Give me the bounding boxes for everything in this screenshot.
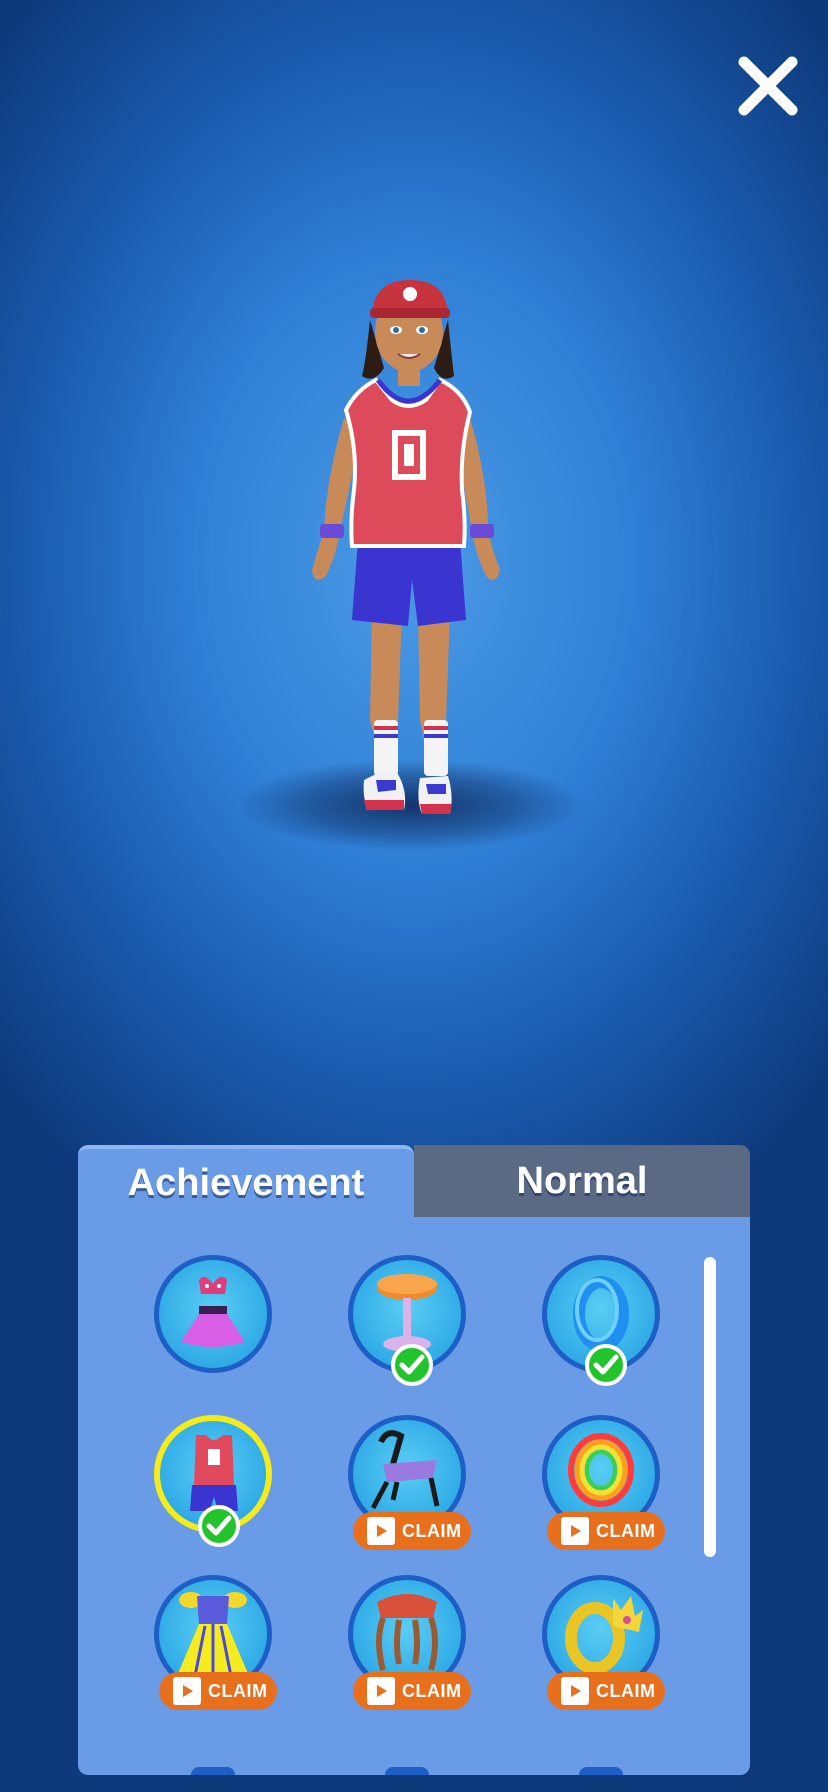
item-blue-ring[interactable]: [542, 1255, 660, 1386]
next-row-item: [191, 1767, 235, 1775]
item-orange-stool[interactable]: [348, 1255, 466, 1386]
claim-button[interactable]: CLAIM: [353, 1512, 471, 1550]
claim-label: CLAIM: [402, 1680, 462, 1701]
next-row-item: [579, 1767, 623, 1775]
owned-check-icon: [391, 1344, 433, 1386]
claim-label: CLAIM: [596, 1520, 656, 1541]
video-icon: [367, 1517, 395, 1545]
video-icon: [173, 1677, 201, 1705]
video-icon: [367, 1677, 395, 1705]
tab-achievement[interactable]: Achievement: [78, 1145, 414, 1217]
claim-button[interactable]: CLAIM: [547, 1512, 665, 1550]
item-yellow-princess-dress[interactable]: CLAIM: [154, 1575, 277, 1710]
claim-button[interactable]: CLAIM: [159, 1672, 277, 1710]
claim-button[interactable]: CLAIM: [353, 1672, 471, 1710]
video-icon: [561, 1517, 589, 1545]
tab-achievement-label: Achievement: [127, 1161, 365, 1204]
bikini-skirt-icon: [181, 1276, 245, 1347]
item-purple-chair[interactable]: CLAIM: [348, 1415, 471, 1550]
item-crown-ring[interactable]: CLAIM: [542, 1575, 665, 1710]
claim-button[interactable]: CLAIM: [547, 1672, 665, 1710]
claim-label: CLAIM: [402, 1520, 462, 1541]
character-preview: [0, 0, 828, 900]
tab-normal[interactable]: Normal: [414, 1145, 750, 1217]
item-red-stool[interactable]: CLAIM: [348, 1575, 471, 1710]
video-icon: [561, 1677, 589, 1705]
item-basketball-outfit[interactable]: [154, 1415, 272, 1547]
item-bikini-skirt-outfit[interactable]: [154, 1255, 272, 1373]
owned-check-icon: [585, 1344, 627, 1386]
scrollbar[interactable]: [704, 1257, 716, 1557]
tab-normal-label: Normal: [516, 1159, 648, 1202]
claim-label: CLAIM: [596, 1680, 656, 1701]
item-grid[interactable]: CLAIM CLAIM CLAIM CLAIM CLAIM: [78, 1217, 750, 1775]
character-avatar: [312, 280, 500, 814]
next-row-item: [385, 1767, 429, 1775]
claim-label: CLAIM: [208, 1680, 268, 1701]
wardrobe-panel: Achievement Normal CLAIM CLAIM CLAIM CLA…: [78, 1145, 750, 1775]
item-rainbow-ring[interactable]: CLAIM: [542, 1415, 665, 1550]
owned-check-icon: [198, 1505, 240, 1547]
